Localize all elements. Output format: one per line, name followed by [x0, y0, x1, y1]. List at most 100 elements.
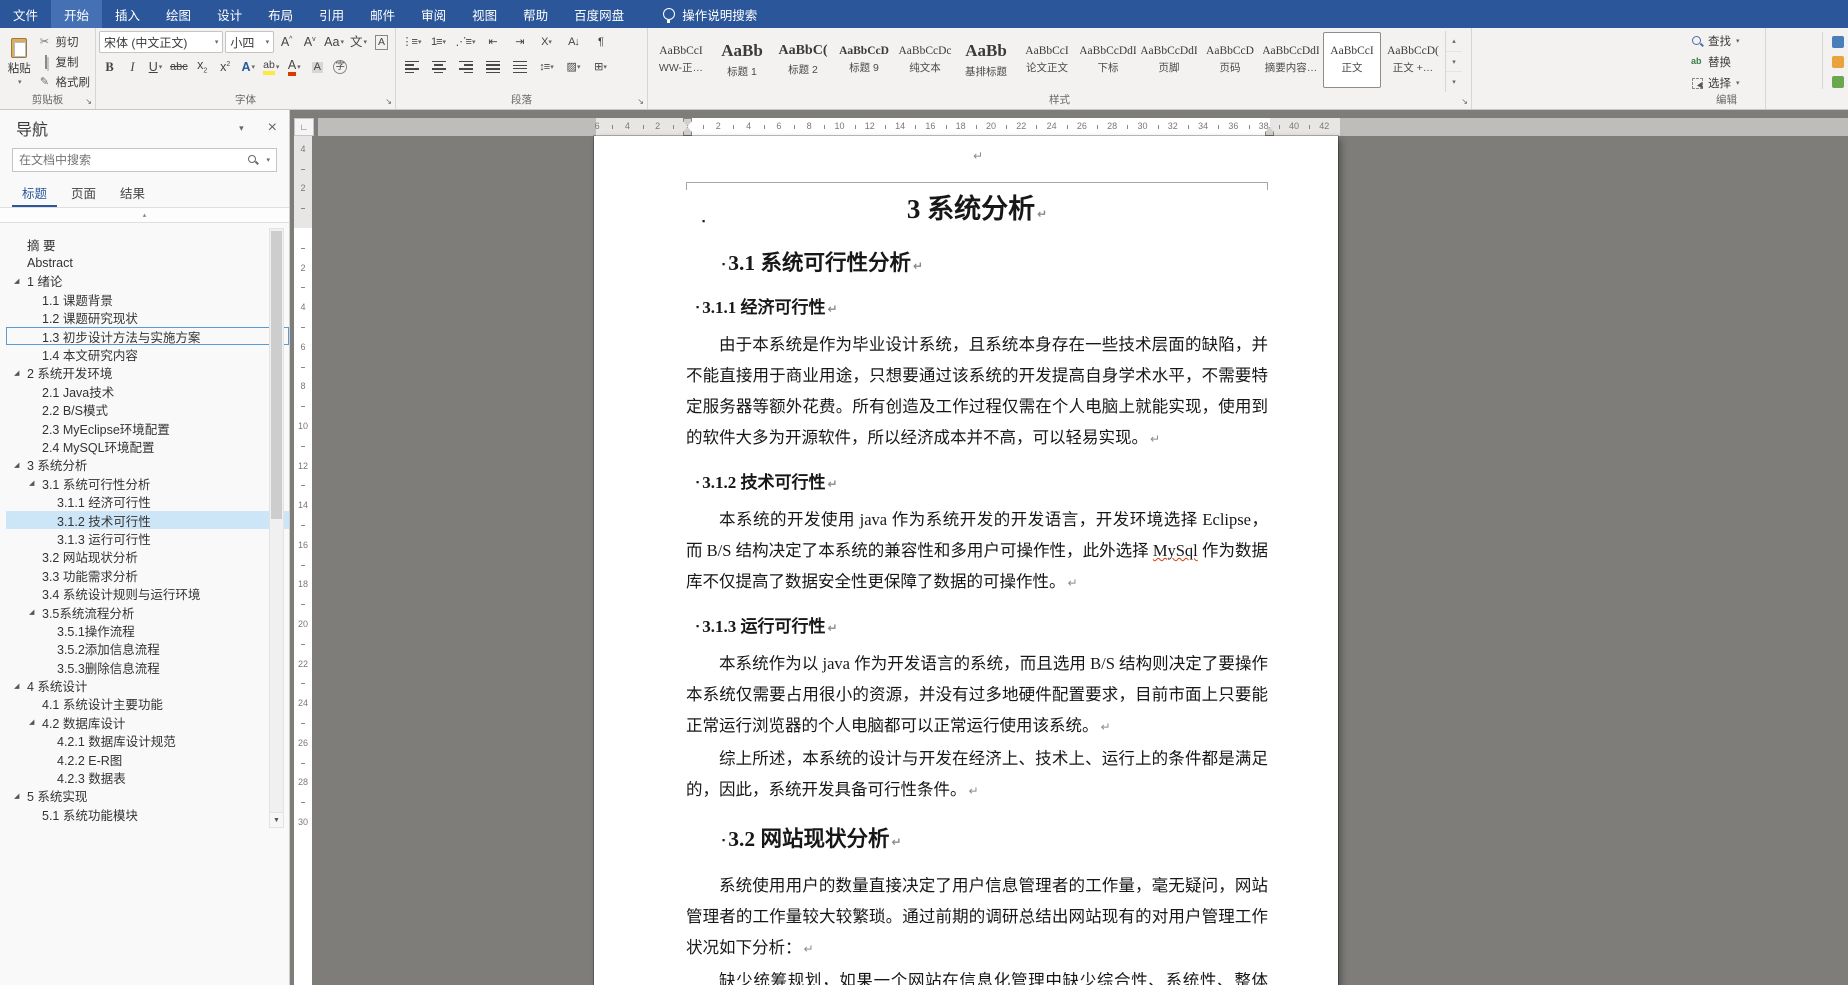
nav-heading-item[interactable]: 1.4 本文研究内容 — [6, 345, 289, 363]
expand-triangle-icon[interactable]: ◢ — [29, 479, 42, 487]
nav-heading-item[interactable]: ◢4.2 数据库设计 — [6, 713, 289, 731]
expand-triangle-icon[interactable]: ◢ — [14, 369, 27, 377]
doc-h2[interactable]: ▪3.1 系统可行性分析↵ — [686, 249, 1268, 280]
text-highlight-color-button[interactable]: ab▾ — [261, 56, 282, 78]
nav-heading-item[interactable]: 4.2.1 数据库设计规范 — [6, 732, 289, 750]
gallery-more-button[interactable]: ▾ — [1446, 72, 1462, 92]
change-case-button[interactable]: Aa▾ — [322, 31, 346, 53]
styles-dialog-launcher[interactable]: ↘ — [1461, 98, 1468, 106]
subscript-button[interactable]: x2 — [192, 56, 213, 78]
font-dialog-launcher[interactable]: ↘ — [385, 98, 392, 106]
nav-heading-item[interactable]: 1.3 初步设计方法与实施方案 — [6, 327, 289, 345]
nav-heading-item[interactable]: ◢5 系统实现 — [6, 787, 289, 805]
doc-p[interactable]: 综上所述，本系统的设计与开发在经济上、技术上、运行上的条件都是满足的，因此，系统… — [686, 743, 1268, 807]
nav-heading-item[interactable]: Abstract — [6, 253, 289, 271]
font-name-select[interactable]: 宋体 (中文正文) ▾ — [99, 31, 223, 53]
bold-button[interactable]: B — [99, 56, 120, 78]
style-card[interactable]: AaBbCcDdI页脚 — [1140, 32, 1198, 88]
style-card[interactable]: AaBb标题 1 — [713, 32, 771, 88]
nav-scroll-up-strip[interactable]: ▴ — [0, 208, 289, 223]
phonetic-guide-button[interactable]: 文▾ — [348, 31, 369, 53]
style-card[interactable]: AaBbCcI论文正文 — [1018, 32, 1076, 88]
expand-triangle-icon[interactable]: ◢ — [14, 682, 27, 690]
paste-button[interactable]: 粘贴 ▾ — [3, 31, 36, 92]
style-card[interactable]: AaBbCcI正文 — [1323, 32, 1381, 88]
decrease-indent-button[interactable]: ⇤ — [480, 31, 505, 53]
nav-tab[interactable]: 页面 — [61, 180, 106, 207]
tab-selector[interactable]: ∟ — [294, 118, 314, 136]
nav-heading-item[interactable]: 2.4 MySQL环境配置 — [6, 437, 289, 455]
align-left-button[interactable] — [399, 56, 424, 78]
nav-heading-item[interactable]: ◢3.5系统流程分析 — [6, 603, 289, 621]
nav-heading-item[interactable]: 1.2 课题研究现状 — [6, 309, 289, 327]
font-color-button[interactable]: A▾ — [284, 56, 305, 78]
nav-heading-item[interactable]: 4.1 系统设计主要功能 — [6, 695, 289, 713]
nav-heading-item[interactable]: 2.1 Java技术 — [6, 382, 289, 400]
bullets-button[interactable]: ⋮≡▾ — [399, 31, 424, 53]
ribbon-tab[interactable]: 设计 — [204, 0, 255, 28]
document-page[interactable]: ↵▪3 系统分析↵▪3.1 系统可行性分析↵▪3.1.1 经济可行性↵由于本系统… — [594, 136, 1338, 985]
increase-indent-button[interactable]: ⇥ — [507, 31, 532, 53]
gallery-scroll-down-button[interactable]: ▾ — [1446, 52, 1462, 73]
nav-heading-item[interactable]: 5.1 系统功能模块 — [6, 805, 289, 823]
style-card[interactable]: AaBbC(标题 2 — [774, 32, 832, 88]
nav-heading-item[interactable]: 3.3 功能需求分析 — [6, 566, 289, 584]
text-effects-button[interactable]: A▾ — [238, 56, 259, 78]
style-card[interactable]: AaBb基排标题 — [957, 32, 1015, 88]
nav-scrollbar[interactable]: ▼ — [269, 228, 284, 828]
nav-heading-item[interactable]: 3.5.2添加信息流程 — [6, 640, 289, 658]
style-card[interactable]: AaBbCcD页码 — [1201, 32, 1259, 88]
asian-layout-button[interactable]: X▾ — [534, 31, 559, 53]
chevron-down-icon[interactable]: ▾ — [239, 123, 244, 134]
ribbon-tab[interactable]: 审阅 — [408, 0, 459, 28]
ribbon-tab[interactable]: 引用 — [306, 0, 357, 28]
nav-heading-item[interactable]: 摘 要 — [6, 235, 289, 253]
paragraph-dialog-launcher[interactable]: ↘ — [637, 98, 644, 106]
expand-triangle-icon[interactable]: ◢ — [14, 461, 27, 469]
find-button[interactable]: 查找▾ — [1691, 32, 1762, 50]
clipped-button-2[interactable] — [1832, 53, 1848, 71]
nav-heading-item[interactable]: 3.5.3删除信息流程 — [6, 658, 289, 676]
tell-me-search[interactable]: 操作说明搜索 — [663, 0, 757, 28]
nav-heading-item[interactable]: ◢2 系统开发环境 — [6, 364, 289, 382]
vertical-ruler[interactable]: 2468101214161820222426283024 — [294, 136, 312, 985]
strikethrough-button[interactable]: abc — [168, 56, 190, 78]
horizontal-ruler[interactable]: 2468101214161820222426283032343638404224… — [318, 118, 1848, 136]
expand-triangle-icon[interactable]: ◢ — [14, 792, 27, 800]
doc-h3[interactable]: ▪3.1.2 技术可行性↵ — [686, 471, 1268, 496]
nav-heading-item[interactable]: ◢3 系统分析 — [6, 456, 289, 474]
style-card[interactable]: AaBbCcDdI下标 — [1079, 32, 1137, 88]
clipped-button-3[interactable] — [1832, 73, 1848, 91]
nav-tab[interactable]: 结果 — [110, 180, 155, 207]
doc-p[interactable]: 缺少统筹规划，如果一个网站在信息化管理中缺少综合性、系统性、整体性，那不可避免的… — [686, 965, 1268, 985]
ribbon-tab[interactable]: 布局 — [255, 0, 306, 28]
nav-scroll-down-button[interactable]: ▼ — [270, 812, 283, 827]
font-size-select[interactable]: 小四 ▾ — [225, 31, 274, 53]
show-formatting-marks-button[interactable]: ¶ — [588, 31, 613, 53]
ribbon-tab[interactable]: 文件 — [0, 0, 51, 28]
underline-button[interactable]: U▾ — [145, 56, 166, 78]
style-card[interactable]: AaBbCcD(正文 +… — [1384, 32, 1442, 88]
close-icon[interactable]: × — [268, 119, 277, 137]
style-card[interactable]: AaBbCcIWW-正… — [652, 32, 710, 88]
nav-heading-item[interactable]: 4.2.3 数据表 — [6, 768, 289, 786]
enclose-characters-button[interactable]: 字 — [330, 56, 351, 78]
expand-triangle-icon[interactable]: ◢ — [29, 608, 42, 616]
nav-search-input[interactable] — [19, 153, 241, 167]
shrink-font-button[interactable]: Av — [299, 31, 320, 53]
doc-p[interactable]: 本系统的开发使用 java 作为系统开发的开发语言，开发环境选择 Eclipse… — [686, 504, 1268, 599]
chevron-down-icon[interactable]: ▾ — [266, 156, 270, 164]
style-card[interactable]: AaBbCcDdI摘要内容… — [1262, 32, 1320, 88]
nav-heading-item[interactable]: 3.1.2 技术可行性 — [6, 511, 289, 529]
ribbon-tab[interactable]: 邮件 — [357, 0, 408, 28]
nav-tab[interactable]: 标题 — [12, 180, 57, 207]
nav-heading-item[interactable]: ◢4 系统设计 — [6, 676, 289, 694]
ribbon-tab[interactable]: 百度网盘 — [561, 0, 637, 28]
nav-heading-item[interactable]: 3.1.1 经济可行性 — [6, 492, 289, 510]
line-spacing-button[interactable]: ↕≡▾ — [534, 56, 559, 78]
nav-heading-item[interactable]: 3.1.3 运行可行性 — [6, 529, 289, 547]
character-border-button[interactable]: A — [371, 31, 392, 53]
doc-p[interactable]: 系统使用用户的数量直接决定了用户信息管理者的工作量，毫无疑问，网站管理者的工作量… — [686, 870, 1268, 965]
nav-heading-item[interactable]: 4.2.2 E-R图 — [6, 750, 289, 768]
ribbon-tab[interactable]: 开始 — [51, 0, 102, 28]
